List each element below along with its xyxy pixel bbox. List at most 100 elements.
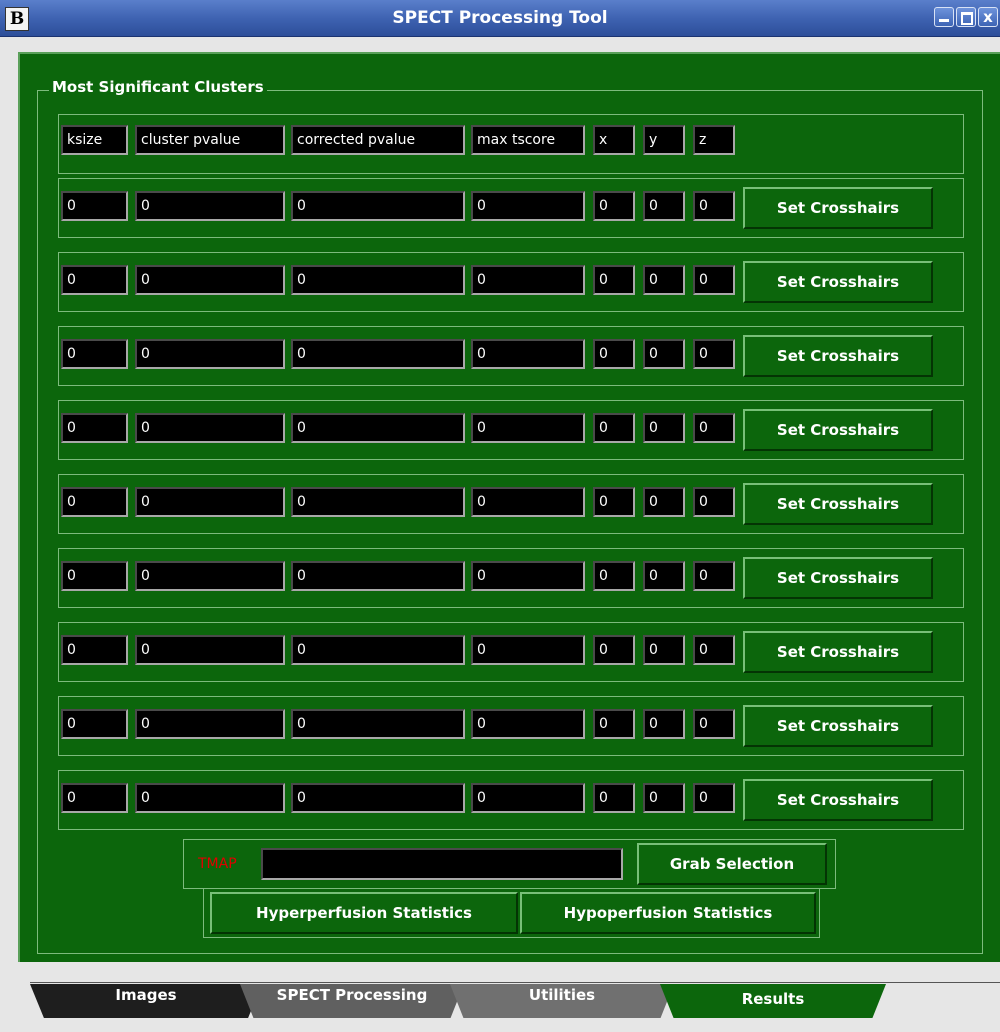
max-tscore-field[interactable]: 0 (471, 413, 585, 443)
cluster-row-8: 0 0 0 0 0 0 0 Set Crosshairs (58, 696, 964, 756)
x-field[interactable]: 0 (593, 413, 635, 443)
z-field[interactable]: 0 (693, 339, 735, 369)
hypoperfusion-statistics-button[interactable]: Hypoperfusion Statistics (520, 892, 816, 934)
max-tscore-field[interactable]: 0 (471, 709, 585, 739)
corrected-pvalue-field[interactable]: 0 (291, 783, 465, 813)
tab-results[interactable]: Results (660, 984, 886, 1018)
tmap-label: TMAP (198, 856, 237, 872)
max-tscore-field[interactable]: 0 (471, 783, 585, 813)
y-field[interactable]: 0 (643, 561, 685, 591)
ksize-field[interactable]: 0 (61, 413, 128, 443)
cluster-pvalue-field[interactable]: 0 (135, 487, 285, 517)
cluster-pvalue-field[interactable]: 0 (135, 635, 285, 665)
ksize-field[interactable]: 0 (61, 339, 128, 369)
hyperperfusion-statistics-button[interactable]: Hyperperfusion Statistics (210, 892, 518, 934)
z-field[interactable]: 0 (693, 265, 735, 295)
y-field[interactable]: 0 (643, 635, 685, 665)
cluster-row-9: 0 0 0 0 0 0 0 Set Crosshairs (58, 770, 964, 830)
y-field[interactable]: 0 (643, 191, 685, 221)
x-field[interactable]: 0 (593, 265, 635, 295)
ksize-field[interactable]: 0 (61, 487, 128, 517)
set-crosshairs-button-1[interactable]: Set Crosshairs (743, 187, 933, 229)
max-tscore-field[interactable]: 0 (471, 339, 585, 369)
max-tscore-field[interactable]: 0 (471, 265, 585, 295)
cluster-pvalue-field[interactable]: 0 (135, 191, 285, 221)
x-field[interactable]: 0 (593, 561, 635, 591)
tab-images[interactable]: Images (30, 984, 262, 1018)
x-field[interactable]: 0 (593, 709, 635, 739)
ksize-field[interactable]: 0 (61, 709, 128, 739)
tmap-selector: TMAP Grab Selection (183, 839, 836, 889)
set-crosshairs-button-2[interactable]: Set Crosshairs (743, 261, 933, 303)
corrected-pvalue-field[interactable]: 0 (291, 635, 465, 665)
cluster-row-3: 0 0 0 0 0 0 0 Set Crosshairs (58, 326, 964, 386)
cluster-pvalue-field[interactable]: 0 (135, 783, 285, 813)
statistics-buttons: Hyperperfusion Statistics Hypoperfusion … (203, 888, 820, 938)
z-field[interactable]: 0 (693, 783, 735, 813)
ksize-field[interactable]: 0 (61, 783, 128, 813)
corrected-pvalue-field[interactable]: 0 (291, 191, 465, 221)
max-tscore-field[interactable]: 0 (471, 561, 585, 591)
cluster-row-5: 0 0 0 0 0 0 0 Set Crosshairs (58, 474, 964, 534)
title-bar[interactable]: B SPECT Processing Tool x (0, 0, 1000, 37)
z-field[interactable]: 0 (693, 487, 735, 517)
z-field[interactable]: 0 (693, 635, 735, 665)
max-tscore-field[interactable]: 0 (471, 191, 585, 221)
cluster-row-1: 0 0 0 0 0 0 0 Set Crosshairs (58, 178, 964, 238)
tab-spect-processing[interactable]: SPECT Processing (240, 984, 464, 1018)
header-max-tscore: max tscore (471, 125, 585, 155)
header-corrected-pvalue: corrected pvalue (291, 125, 465, 155)
set-crosshairs-button-9[interactable]: Set Crosshairs (743, 779, 933, 821)
set-crosshairs-button-5[interactable]: Set Crosshairs (743, 483, 933, 525)
minimize-button[interactable] (934, 7, 954, 27)
ksize-field[interactable]: 0 (61, 635, 128, 665)
ksize-field[interactable]: 0 (61, 561, 128, 591)
max-tscore-field[interactable]: 0 (471, 635, 585, 665)
tab-bar-divider (30, 982, 1000, 983)
z-field[interactable]: 0 (693, 413, 735, 443)
z-field[interactable]: 0 (693, 709, 735, 739)
y-field[interactable]: 0 (643, 413, 685, 443)
x-field[interactable]: 0 (593, 783, 635, 813)
y-field[interactable]: 0 (643, 709, 685, 739)
y-field[interactable]: 0 (643, 265, 685, 295)
max-tscore-field[interactable]: 0 (471, 487, 585, 517)
grab-selection-button[interactable]: Grab Selection (637, 843, 827, 885)
tab-utilities[interactable]: Utilities (450, 984, 674, 1018)
x-field[interactable]: 0 (593, 487, 635, 517)
set-crosshairs-button-7[interactable]: Set Crosshairs (743, 631, 933, 673)
x-field[interactable]: 0 (593, 635, 635, 665)
close-button[interactable]: x (978, 7, 998, 27)
header-z: z (693, 125, 735, 155)
set-crosshairs-button-3[interactable]: Set Crosshairs (743, 335, 933, 377)
y-field[interactable]: 0 (643, 487, 685, 517)
x-field[interactable]: 0 (593, 191, 635, 221)
cluster-row-6: 0 0 0 0 0 0 0 Set Crosshairs (58, 548, 964, 608)
cluster-pvalue-field[interactable]: 0 (135, 339, 285, 369)
ksize-field[interactable]: 0 (61, 191, 128, 221)
x-field[interactable]: 0 (593, 339, 635, 369)
ksize-field[interactable]: 0 (61, 265, 128, 295)
maximize-button[interactable] (956, 7, 976, 27)
clusters-group-label: Most Significant Clusters (49, 78, 267, 96)
z-field[interactable]: 0 (693, 561, 735, 591)
set-crosshairs-button-8[interactable]: Set Crosshairs (743, 705, 933, 747)
set-crosshairs-button-6[interactable]: Set Crosshairs (743, 557, 933, 599)
cluster-pvalue-field[interactable]: 0 (135, 265, 285, 295)
y-field[interactable]: 0 (643, 783, 685, 813)
corrected-pvalue-field[interactable]: 0 (291, 339, 465, 369)
corrected-pvalue-field[interactable]: 0 (291, 561, 465, 591)
corrected-pvalue-field[interactable]: 0 (291, 487, 465, 517)
cluster-pvalue-field[interactable]: 0 (135, 561, 285, 591)
window-title: SPECT Processing Tool (392, 8, 608, 28)
z-field[interactable]: 0 (693, 191, 735, 221)
header-ksize: ksize (61, 125, 128, 155)
corrected-pvalue-field[interactable]: 0 (291, 265, 465, 295)
tmap-input[interactable] (261, 848, 623, 880)
cluster-pvalue-field[interactable]: 0 (135, 709, 285, 739)
set-crosshairs-button-4[interactable]: Set Crosshairs (743, 409, 933, 451)
cluster-pvalue-field[interactable]: 0 (135, 413, 285, 443)
y-field[interactable]: 0 (643, 339, 685, 369)
corrected-pvalue-field[interactable]: 0 (291, 709, 465, 739)
corrected-pvalue-field[interactable]: 0 (291, 413, 465, 443)
